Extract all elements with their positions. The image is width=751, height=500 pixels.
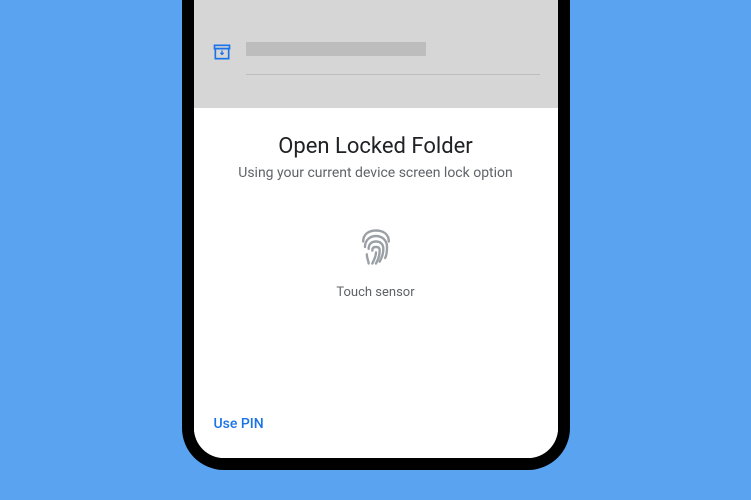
auth-bottom-sheet: Open Locked Folder Using your current de… [194, 108, 558, 458]
archive-box-icon [212, 42, 232, 62]
placeholder-divider [246, 74, 540, 75]
phone-screen: Open Locked Folder Using your current de… [194, 0, 558, 458]
sheet-title: Open Locked Folder [214, 134, 538, 159]
touch-sensor-label: Touch sensor [336, 285, 414, 300]
fingerprint-sensor-area[interactable]: Touch sensor [214, 225, 538, 300]
background-dimmed-area [194, 0, 558, 108]
fingerprint-icon [354, 225, 398, 269]
phone-frame: Open Locked Folder Using your current de… [182, 0, 570, 470]
sheet-subtitle: Using your current device screen lock op… [214, 165, 538, 181]
placeholder-content [246, 40, 540, 75]
use-pin-button[interactable]: Use PIN [214, 408, 264, 440]
sheet-footer: Use PIN [214, 408, 538, 440]
list-item [194, 30, 558, 75]
placeholder-bar [246, 42, 426, 56]
